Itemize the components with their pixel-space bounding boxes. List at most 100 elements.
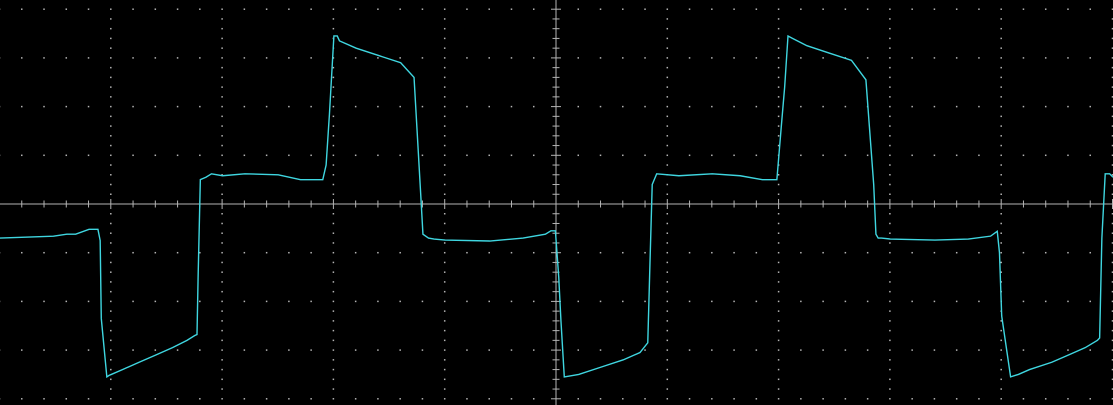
graticule-dot (443, 388, 446, 390)
graticule-dot (688, 349, 691, 351)
graticule-dot (510, 57, 513, 59)
graticule-dot (221, 8, 223, 10)
graticule-dot (332, 281, 335, 283)
graticule-dot (911, 300, 913, 303)
graticule-dot (577, 105, 580, 108)
graticule-dot (688, 154, 691, 157)
graticule-dot (1044, 300, 1047, 303)
graticule-dot (666, 290, 669, 293)
graticule-dot (154, 398, 157, 400)
graticule-dot (265, 349, 268, 351)
graticule-dot (332, 125, 335, 127)
graticule-dot (443, 76, 446, 79)
graticule-dot (221, 378, 223, 381)
graticule-dot (87, 8, 90, 10)
graticule-dot (1022, 8, 1025, 10)
graticule-dot (889, 398, 891, 400)
graticule-dot (110, 349, 112, 351)
graticule-dot (889, 212, 891, 215)
graticule-dot (666, 154, 669, 157)
graticule-dot (889, 47, 891, 49)
graticule-dot (65, 251, 68, 254)
graticule-dot (755, 398, 758, 400)
graticule-dot (889, 320, 891, 322)
graticule-dot (1000, 212, 1002, 215)
graticule-dot (1022, 349, 1025, 351)
graticule-dot (889, 66, 891, 69)
graticule-dot (777, 320, 780, 322)
graticule-dot (21, 105, 23, 108)
graticule-dot (666, 251, 669, 254)
graticule-dot (978, 57, 980, 59)
graticule-dot (844, 251, 847, 254)
graticule-dot (110, 125, 112, 127)
graticule-dot (666, 339, 669, 342)
graticule-dot (889, 310, 891, 312)
graticule-dot (288, 349, 290, 351)
graticule-dot (777, 125, 780, 127)
graticule-dot (889, 222, 891, 225)
graticule-dot (1000, 388, 1002, 390)
graticule-dot (110, 271, 112, 273)
graticule-dot (443, 290, 446, 293)
graticule-dot (443, 329, 446, 332)
graticule-dot (978, 251, 980, 254)
graticule-dot (755, 8, 758, 10)
graticule-dot (466, 57, 468, 59)
graticule-dot (421, 251, 424, 254)
graticule-dot (1000, 329, 1002, 332)
graticule-dot (777, 174, 780, 176)
graticule-dot (889, 359, 891, 361)
graticule-dot (221, 115, 223, 118)
graticule-dot (889, 261, 891, 264)
graticule-dot (221, 222, 223, 225)
graticule-dot (65, 398, 68, 400)
graticule-dot (666, 115, 669, 118)
graticule-dot (110, 27, 112, 30)
graticule-dot (510, 8, 513, 10)
graticule-dot (21, 57, 23, 59)
graticule-dot (110, 261, 112, 264)
graticule-dot (65, 8, 68, 10)
graticule-dot (443, 37, 446, 40)
graticule-dot (443, 57, 446, 59)
graticule-dot (800, 349, 802, 351)
graticule-dot (844, 154, 847, 157)
graticule-dot (666, 222, 669, 225)
graticule-dot (466, 105, 468, 108)
graticule-dot (1000, 261, 1002, 264)
graticule-dot (777, 300, 780, 303)
graticule-dot (933, 398, 936, 400)
graticule-dot (777, 310, 780, 312)
graticule-dot (110, 281, 112, 283)
graticule-dot (889, 115, 891, 118)
graticule-dot (87, 105, 90, 108)
graticule-dot (154, 57, 157, 59)
graticule-dot (176, 398, 179, 400)
graticule-dot (1000, 135, 1002, 137)
graticule-dot (354, 105, 357, 108)
graticule-dot (510, 398, 513, 400)
graticule-dot (132, 57, 134, 59)
graticule-dot (221, 349, 223, 351)
graticule-dot (110, 154, 112, 157)
graticule-dot (1000, 174, 1002, 176)
graticule-dot (1022, 251, 1025, 254)
graticule-dot (577, 398, 580, 400)
graticule-dot (288, 105, 290, 108)
graticule-dot (443, 359, 446, 361)
graticule-dot (443, 96, 446, 98)
graticule-dot (265, 251, 268, 254)
graticule-dot (332, 76, 335, 79)
graticule-dot (43, 8, 45, 10)
graticule-dot (978, 154, 980, 157)
graticule-dot (221, 271, 223, 273)
graticule-dot (777, 242, 780, 244)
graticule-dot (777, 115, 780, 118)
graticule-dot (265, 105, 268, 108)
graticule-dot (221, 251, 223, 254)
graticule-dot (889, 164, 891, 166)
graticule-dot (577, 154, 580, 157)
graticule-dot (110, 37, 112, 40)
graticule-dot (777, 398, 780, 400)
